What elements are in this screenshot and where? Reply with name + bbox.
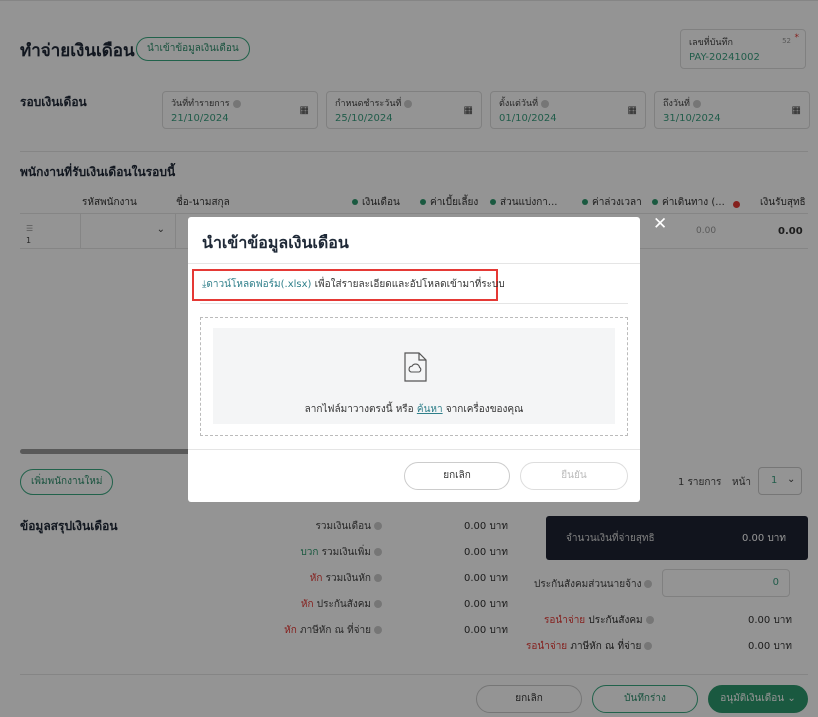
download-description: เพื่อใส่รายละเอียดและอัปโหลดเข้ามาที่ระบ… [314, 279, 505, 290]
file-dropzone[interactable]: ลากไฟล์มาวางตรงนี้ หรือ ค้นหา จากเครื่อง… [200, 317, 628, 436]
download-template-link[interactable]: ดาวน์โหลดฟอร์ม(.xlsx) [206, 279, 311, 290]
divider [188, 449, 640, 450]
close-icon[interactable]: ✕ [653, 214, 667, 234]
download-template-row: ⤓ดาวน์โหลดฟอร์ม(.xlsx) เพื่อใส่รายละเอีย… [192, 269, 505, 301]
dropzone-area[interactable]: ลากไฟล์มาวางตรงนี้ หรือ ค้นหา จากเครื่อง… [213, 328, 615, 424]
import-payroll-modal: นำเข้าข้อมูลเงินเดือน ⤓ดาวน์โหลดฟอร์ม(.x… [188, 217, 640, 502]
cloud-file-icon [404, 352, 427, 382]
modal-confirm-button[interactable]: ยืนยัน [520, 462, 628, 490]
divider [200, 303, 628, 304]
browse-link[interactable]: ค้นหา [417, 404, 443, 415]
divider [188, 263, 640, 264]
dropzone-text: ลากไฟล์มาวางตรงนี้ หรือ ค้นหา จากเครื่อง… [304, 404, 524, 415]
modal-title: นำเข้าข้อมูลเงินเดือน [202, 233, 349, 252]
modal-cancel-button[interactable]: ยกเลิก [404, 462, 510, 490]
